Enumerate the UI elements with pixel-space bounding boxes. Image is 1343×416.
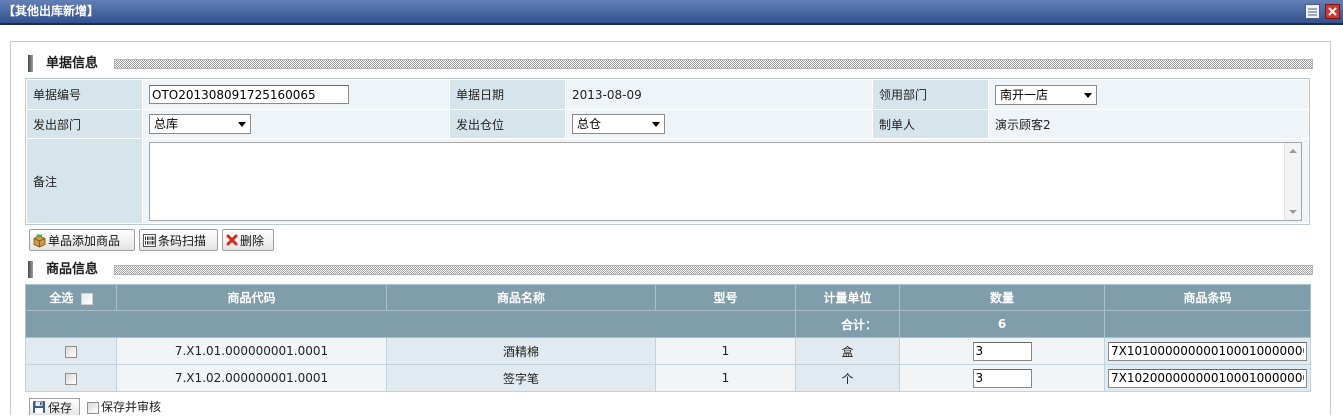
select-all-checkbox[interactable] <box>80 292 93 305</box>
cell-model: 1 <box>655 364 796 392</box>
row-select-cell <box>25 364 117 392</box>
cell-unit: 个 <box>795 364 900 392</box>
cell-code: 7.X1.02.000000001.0001 <box>116 364 387 392</box>
goods-total-row: 合计： 6 <box>25 310 1311 338</box>
form-row: 单据编号 单据日期 2013-08-09 领用部门 南开一店 <box>27 80 1308 109</box>
send-location-selected: 总仓 <box>577 117 602 131</box>
scroll-up-icon[interactable] <box>1289 148 1297 153</box>
receive-dept-label: 领用部门 <box>873 80 988 109</box>
remark-label: 备注 <box>27 139 142 223</box>
table-row: 7.X1.02.000000001.0001 签字笔 1 个 <box>25 364 1311 392</box>
goods-header-row: 全选 商品代码 商品名称 型号 计量单位 数量 商品条码 <box>25 284 1311 311</box>
section-title-goods-info: 商品信息 <box>46 262 99 277</box>
save-and-audit-label[interactable]: 保存并审核 <box>101 399 161 415</box>
receive-dept-selected: 南开一店 <box>1000 87 1049 102</box>
doc-no-label: 单据编号 <box>27 80 142 109</box>
cell-code: 7.X1.01.000000001.0001 <box>116 337 387 365</box>
section-marker-icon <box>28 55 33 72</box>
remark-cell <box>143 139 1308 223</box>
scroll-down-icon[interactable] <box>1289 209 1297 214</box>
table-row: 7.X1.01.000000001.0001 酒精棉 1 盒 <box>25 337 1311 365</box>
section-marker-icon <box>28 261 33 278</box>
barcode-input[interactable] <box>1108 341 1307 361</box>
minimize-icon[interactable] <box>1305 4 1320 19</box>
window-title-bar: 【其他出库新增】 <box>0 0 1343 25</box>
save-button[interactable]: 保存 <box>29 398 80 415</box>
section-divider <box>114 265 1313 275</box>
cell-quantity <box>899 337 1105 365</box>
send-location-select[interactable]: 总仓 <box>572 114 665 134</box>
send-dept-cell: 总库 <box>143 110 449 138</box>
send-location-cell: 总仓 <box>566 110 872 138</box>
add-item-label: 单品添加商品 <box>48 233 121 248</box>
row-checkbox[interactable] <box>65 372 77 385</box>
section-divider <box>114 59 1313 69</box>
cell-name: 签字笔 <box>386 364 656 392</box>
close-icon[interactable] <box>1325 4 1340 19</box>
column-header-quantity: 数量 <box>899 284 1105 311</box>
total-row-blank <box>1104 310 1311 338</box>
send-location-label: 发出仓位 <box>450 110 565 138</box>
doc-no-input[interactable] <box>149 85 349 104</box>
form-row: 发出部门 总库 发出仓位 总仓 制单人 演示顾客2 <box>27 110 1308 138</box>
window-title: 【其他出库新增】 <box>3 4 100 18</box>
doc-date-label: 单据日期 <box>450 80 565 109</box>
doc-no-cell <box>143 80 449 109</box>
cell-barcode <box>1104 337 1311 365</box>
send-dept-label: 发出部门 <box>27 110 142 138</box>
send-dept-select[interactable]: 总库 <box>149 114 251 134</box>
save-and-audit-checkbox[interactable] <box>87 402 99 414</box>
cell-unit: 盒 <box>795 337 900 365</box>
barcode-scan-button[interactable]: 条码扫描 <box>139 229 218 251</box>
barcode-input[interactable] <box>1108 368 1307 388</box>
select-all-label: 全选 <box>49 291 74 305</box>
column-header-code: 商品代码 <box>116 284 387 311</box>
save-label: 保存 <box>48 400 73 415</box>
delete-button[interactable]: 删除 <box>222 229 274 251</box>
total-label: 合计： <box>795 310 900 338</box>
row-select-cell <box>25 337 117 365</box>
delete-icon <box>225 233 239 247</box>
add-item-button[interactable]: 单品添加商品 <box>29 229 135 251</box>
send-dept-selected: 总库 <box>154 117 179 131</box>
cell-model: 1 <box>655 337 796 365</box>
creator-label: 制单人 <box>873 110 988 138</box>
goods-table: 全选 商品代码 商品名称 型号 计量单位 数量 商品条码 合计： 6 7.X1.… <box>25 284 1311 392</box>
package-icon <box>32 233 47 248</box>
chevron-down-icon <box>652 122 660 127</box>
row-checkbox[interactable] <box>65 345 77 358</box>
receive-dept-select[interactable]: 南开一店 <box>995 84 1097 105</box>
save-icon <box>32 400 46 414</box>
barcode-scan-label: 条码扫描 <box>158 233 207 248</box>
total-quantity: 6 <box>899 310 1105 338</box>
remark-textarea[interactable] <box>150 142 1284 220</box>
total-row-spacer <box>25 310 796 338</box>
select-all-cell[interactable]: 全选 <box>25 284 117 311</box>
chevron-down-icon <box>238 122 246 127</box>
remark-scrollbar[interactable] <box>1284 142 1301 220</box>
barcode-icon <box>142 233 157 248</box>
cell-name: 酒精棉 <box>386 337 656 365</box>
remark-field <box>149 141 1302 221</box>
quantity-input[interactable] <box>972 368 1032 388</box>
column-header-model: 型号 <box>655 284 796 311</box>
section-title-doc-info: 单据信息 <box>46 56 99 71</box>
doc-date-value: 2013-08-09 <box>566 80 872 109</box>
form-row: 备注 <box>27 139 1308 223</box>
delete-label: 删除 <box>240 233 265 248</box>
column-header-unit: 计量单位 <box>795 284 900 311</box>
column-header-name: 商品名称 <box>386 284 656 311</box>
quantity-input[interactable] <box>972 341 1032 361</box>
doc-info-form: 单据编号 单据日期 2013-08-09 领用部门 南开一店 发出部门 总库 发… <box>25 78 1310 225</box>
creator-value: 演示顾客2 <box>989 110 1308 138</box>
column-header-barcode: 商品条码 <box>1104 284 1311 311</box>
cell-quantity <box>899 364 1105 392</box>
chevron-down-icon <box>1084 92 1092 98</box>
cell-barcode <box>1104 364 1311 392</box>
receive-dept-cell: 南开一店 <box>989 80 1308 109</box>
